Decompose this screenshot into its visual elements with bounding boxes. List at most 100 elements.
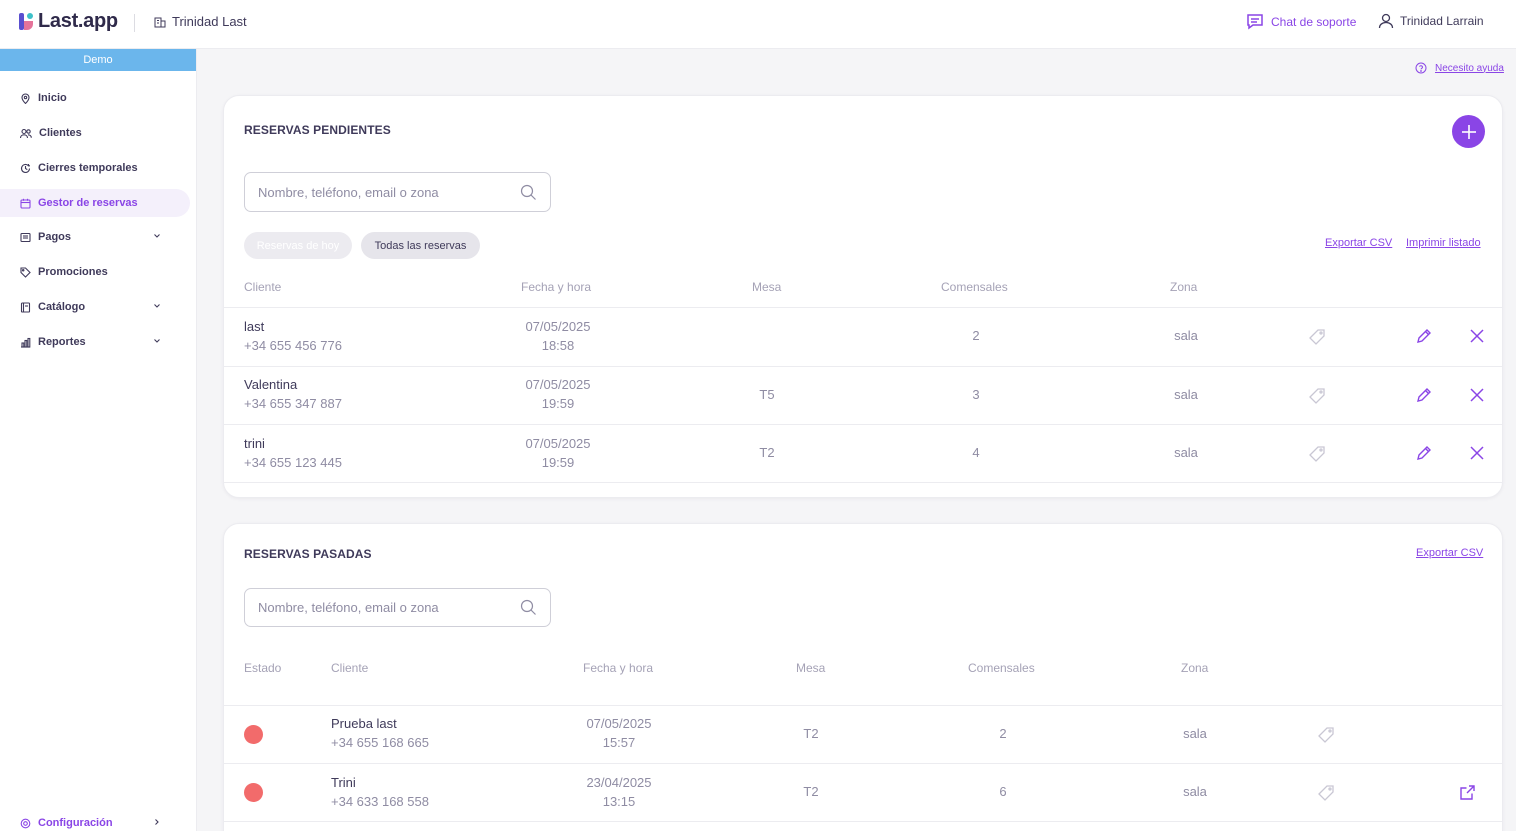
search-icon[interactable]	[520, 184, 537, 201]
location-pin-icon	[21, 92, 30, 104]
tag-icon[interactable]	[1307, 444, 1327, 464]
edit-pencil-icon[interactable]	[1415, 327, 1433, 345]
support-chat-label: Chat de soporte	[1271, 14, 1357, 29]
client-name: Trini	[331, 775, 356, 790]
question-circle-icon	[1415, 62, 1427, 74]
reservation-time: 18:58	[541, 338, 575, 353]
cancel-x-icon[interactable]	[1469, 328, 1485, 344]
sidebar-item-gestor-de-reservas[interactable]: Gestor de reservas	[0, 189, 190, 217]
tag-icon[interactable]	[1316, 725, 1336, 745]
user-menu[interactable]: Trinidad Larrain	[1378, 13, 1484, 29]
table-number: T2	[803, 726, 819, 741]
column-header-cliente: Cliente	[331, 661, 369, 675]
edit-pencil-icon[interactable]	[1415, 444, 1433, 462]
sidebar-item-pagos[interactable]: Pagos	[0, 223, 190, 251]
venue-name: Trinidad Last	[172, 14, 247, 29]
past-search-field[interactable]	[244, 588, 551, 627]
logo-mark-icon	[19, 13, 36, 30]
top-bar: Last.app Trinidad Last Chat de soporte T…	[0, 0, 1516, 49]
past-search-input[interactable]	[258, 600, 520, 615]
edit-pencil-icon[interactable]	[1415, 386, 1433, 404]
export-csv-link[interactable]: Exportar CSV	[1416, 547, 1483, 559]
client-phone: +34 655 123 445	[244, 455, 342, 470]
guest-count: 4	[972, 445, 980, 460]
export-csv-link[interactable]: Exportar CSV	[1325, 237, 1392, 249]
reservation-date: 23/04/2025	[586, 775, 652, 790]
sidebar-item-configuracion[interactable]: Configuración	[0, 809, 190, 831]
users-icon	[20, 128, 32, 138]
venue-selector[interactable]: Trinidad Last	[154, 14, 247, 29]
column-header-mesa: Mesa	[752, 280, 782, 294]
cancel-x-icon[interactable]	[1469, 387, 1485, 403]
zone: sala	[1174, 328, 1198, 343]
column-header-fecha: Fecha y hora	[583, 661, 654, 675]
status-indicator	[244, 725, 263, 744]
sidebar-item-reportes[interactable]: Reportes	[0, 328, 190, 356]
user-name: Trinidad Larrain	[1400, 14, 1484, 28]
print-list-link[interactable]: Imprimir listado	[1406, 237, 1481, 249]
guest-count: 6	[999, 784, 1007, 799]
user-icon	[1378, 13, 1394, 29]
table-number: T2	[803, 784, 819, 799]
sidebar-item-label: Cierres temporales	[38, 162, 138, 174]
reservation-time: 15:57	[602, 735, 636, 750]
tag-icon[interactable]	[1316, 783, 1336, 803]
cancel-x-icon[interactable]	[1469, 445, 1485, 461]
sidebar-item-inicio[interactable]: Inicio	[0, 84, 190, 112]
search-icon[interactable]	[520, 599, 537, 616]
zone: sala	[1183, 784, 1207, 799]
column-header-comensales: Comensales	[941, 280, 1008, 294]
gear-icon	[20, 818, 31, 828]
table-row[interactable]: Prueba last +34 655 168 665 07/05/2025 1…	[224, 705, 1502, 763]
client-name: last	[244, 319, 265, 334]
column-header-zona: Zona	[1170, 280, 1198, 294]
tag-icon[interactable]	[1307, 327, 1327, 347]
tag-icon	[20, 266, 31, 278]
help-link-label: Necesito ayuda	[1435, 62, 1504, 74]
client-phone: +34 655 456 776	[244, 338, 342, 353]
receipt-icon	[20, 232, 31, 242]
pending-search-input[interactable]	[258, 184, 520, 200]
building-icon	[154, 17, 166, 27]
clock-icon	[20, 163, 31, 173]
logo-text: Last.app	[38, 10, 118, 32]
help-link[interactable]: Necesito ayuda	[1415, 62, 1504, 74]
reservation-date: 07/05/2025	[525, 436, 591, 451]
table-number: T5	[759, 387, 775, 402]
calendar-icon	[20, 198, 31, 209]
sidebar-item-label: Reportes	[38, 336, 86, 348]
table-row[interactable]: Trini +34 633 168 558 23/04/2025 13:15 T…	[224, 763, 1502, 822]
logo[interactable]: Last.app	[19, 10, 118, 33]
column-header-zona: Zona	[1181, 661, 1209, 675]
sidebar-item-label: Clientes	[39, 127, 82, 139]
chat-icon	[1247, 14, 1263, 30]
sidebar-item-promociones[interactable]: Promociones	[0, 258, 190, 286]
header-divider	[134, 14, 135, 32]
tag-icon[interactable]	[1307, 386, 1327, 406]
sidebar-item-clientes[interactable]: Clientes	[0, 119, 190, 147]
sidebar-item-label: Inicio	[38, 92, 67, 104]
table-row[interactable]: last +34 655 456 776 07/05/2025 18:58 2 …	[224, 307, 1502, 366]
table-row[interactable]: Valentina +34 655 347 887 07/05/2025 19:…	[224, 366, 1502, 424]
past-reservations-card: RESERVAS PASADAS Exportar CSV Estado Cli…	[223, 523, 1503, 831]
sidebar-item-catalogo[interactable]: Catálogo	[0, 293, 190, 321]
sidebar: Demo Inicio Clientes Cierres temporales …	[0, 49, 197, 831]
support-chat-button[interactable]: Chat de soporte	[1246, 13, 1356, 30]
plus-icon	[1461, 124, 1476, 139]
sidebar-item-label: Promociones	[38, 266, 108, 278]
bar-chart-icon	[21, 337, 31, 348]
pending-search-field[interactable]	[244, 172, 551, 212]
filter-all-pill[interactable]: Todas las reservas	[361, 232, 480, 259]
reservation-time: 13:15	[602, 794, 636, 809]
sidebar-item-cierres-temporales[interactable]: Cierres temporales	[0, 154, 190, 182]
external-link-icon[interactable]	[1459, 784, 1476, 801]
guest-count: 3	[972, 387, 980, 402]
column-header-mesa: Mesa	[796, 661, 826, 675]
table-row[interactable]: trini +34 655 123 445 07/05/2025 19:59 T…	[224, 424, 1502, 483]
status-indicator	[244, 783, 263, 802]
chevron-down-icon	[154, 234, 160, 238]
add-reservation-button[interactable]	[1452, 115, 1485, 148]
chevron-right-icon	[155, 819, 159, 825]
client-phone: +34 655 347 887	[244, 396, 342, 411]
filter-today-pill[interactable]: Reservas de hoy	[244, 232, 352, 259]
